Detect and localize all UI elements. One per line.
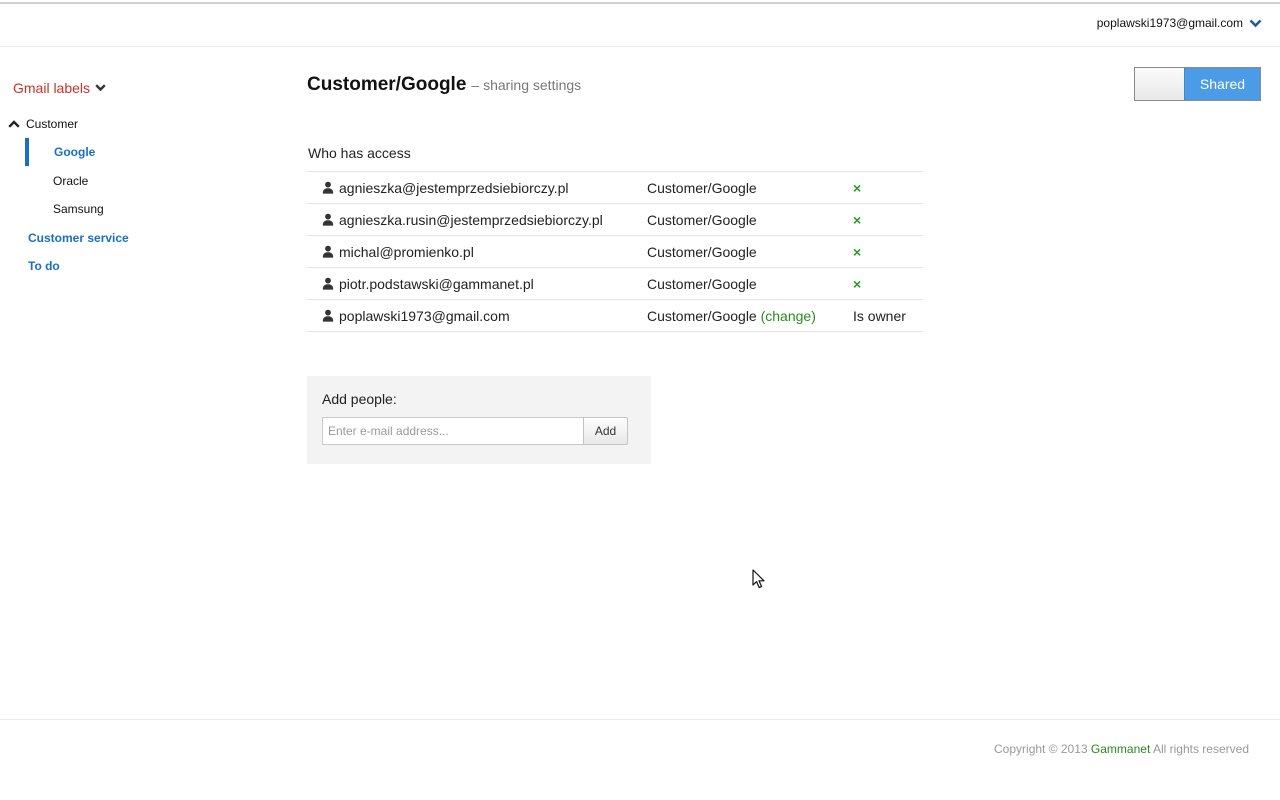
- shared-label: Customer/Google: [647, 307, 757, 324]
- page-title: Customer/Google – sharing settings: [307, 74, 581, 96]
- gmail-labels-title: Gmail labels: [13, 80, 91, 96]
- copyright-prefix: Copyright © 2013: [994, 742, 1088, 756]
- action-cell: Is owner: [853, 308, 923, 324]
- table-row: piotr.podstawski@gammanet.pl Customer/Go…: [307, 268, 923, 300]
- toggle-off-segment[interactable]: [1135, 68, 1184, 100]
- remove-access-button[interactable]: ×: [853, 212, 861, 228]
- user-email: poplawski1973@gmail.com: [339, 307, 510, 324]
- label-cell: Customer/Google: [647, 212, 853, 228]
- table-row: michal@promienko.pl Customer/Google ×: [307, 236, 923, 268]
- add-button[interactable]: Add: [583, 417, 628, 445]
- shared-label: Customer/Google: [647, 275, 757, 292]
- shared-label: Customer/Google: [647, 179, 757, 196]
- user-icon: [322, 309, 334, 322]
- footer-brand-link[interactable]: Gammanet: [1091, 742, 1150, 756]
- table-row: agnieszka.rusin@jestemprzedsiebiorczy.pl…: [307, 204, 923, 236]
- add-people-label: Add people:: [322, 391, 397, 407]
- page-title-subtitle: – sharing settings: [471, 77, 582, 93]
- user-icon: [322, 245, 334, 258]
- label-customer-text: Customer: [26, 117, 79, 131]
- label-customer-service[interactable]: Customer service: [28, 231, 129, 245]
- change-label-link[interactable]: (change): [761, 308, 816, 324]
- user-email: agnieszka@jestemprzedsiebiorczy.pl: [339, 179, 569, 196]
- label-to-do[interactable]: To do: [28, 259, 60, 273]
- header: poplawski1973@gmail.com: [0, 4, 1280, 47]
- shared-label: Customer/Google: [647, 243, 757, 260]
- label-customer[interactable]: Customer: [8, 117, 78, 131]
- action-cell: ×: [853, 180, 923, 196]
- mouse-cursor-icon: [752, 569, 765, 589]
- footer: Copyright © 2013 Gammanet All rights res…: [0, 719, 1280, 800]
- who-has-access-heading: Who has access: [308, 145, 411, 161]
- user-icon: [322, 213, 334, 226]
- action-cell: ×: [853, 212, 923, 228]
- copyright-suffix: All rights reserved: [1152, 742, 1249, 756]
- remove-access-button[interactable]: ×: [853, 180, 861, 196]
- label-cell: Customer/Google (change): [647, 308, 853, 324]
- user-email: piotr.podstawski@gammanet.pl: [339, 275, 534, 292]
- user-cell: michal@promienko.pl: [307, 244, 647, 260]
- chevron-down-icon: [95, 84, 106, 92]
- table-row: poplawski1973@gmail.com Customer/Google …: [307, 300, 923, 332]
- user-cell: poplawski1973@gmail.com: [307, 308, 647, 324]
- action-cell: ×: [853, 244, 923, 260]
- email-input[interactable]: [322, 417, 584, 445]
- label-samsung[interactable]: Samsung: [53, 202, 104, 216]
- chevron-up-icon[interactable]: [8, 120, 20, 128]
- user-email: michal@promienko.pl: [339, 243, 474, 260]
- label-cell: Customer/Google: [647, 180, 853, 196]
- user-cell: agnieszka@jestemprzedsiebiorczy.pl: [307, 180, 647, 196]
- remove-access-button[interactable]: ×: [853, 244, 861, 260]
- label-google[interactable]: Google: [25, 138, 95, 166]
- access-table: agnieszka@jestemprzedsiebiorczy.pl Custo…: [307, 171, 923, 332]
- account-menu[interactable]: poplawski1973@gmail.com: [1097, 16, 1262, 30]
- chevron-down-icon: [1249, 19, 1262, 27]
- account-email: poplawski1973@gmail.com: [1096, 16, 1243, 30]
- page-title-main: Customer/Google: [307, 74, 467, 95]
- user-cell: agnieszka.rusin@jestemprzedsiebiorczy.pl: [307, 212, 647, 228]
- toggle-on-segment[interactable]: Shared: [1184, 68, 1260, 100]
- owner-status: Is owner: [853, 307, 906, 324]
- user-cell: piotr.podstawski@gammanet.pl: [307, 276, 647, 292]
- action-cell: ×: [853, 276, 923, 292]
- table-row: agnieszka@jestemprzedsiebiorczy.pl Custo…: [307, 172, 923, 204]
- user-icon: [322, 181, 334, 194]
- footer-copyright: Copyright © 2013 Gammanet All rights res…: [994, 742, 1249, 756]
- gmail-labels-dropdown[interactable]: Gmail labels: [13, 80, 106, 96]
- user-icon: [322, 277, 334, 290]
- remove-access-button[interactable]: ×: [853, 276, 861, 292]
- add-people-panel: Add people: Add: [307, 376, 651, 464]
- user-email: agnieszka.rusin@jestemprzedsiebiorczy.pl: [339, 211, 603, 228]
- label-oracle[interactable]: Oracle: [53, 174, 88, 188]
- shared-toggle[interactable]: Shared: [1134, 67, 1261, 101]
- shared-label: Customer/Google: [647, 211, 757, 228]
- label-cell: Customer/Google: [647, 244, 853, 260]
- label-cell: Customer/Google: [647, 276, 853, 292]
